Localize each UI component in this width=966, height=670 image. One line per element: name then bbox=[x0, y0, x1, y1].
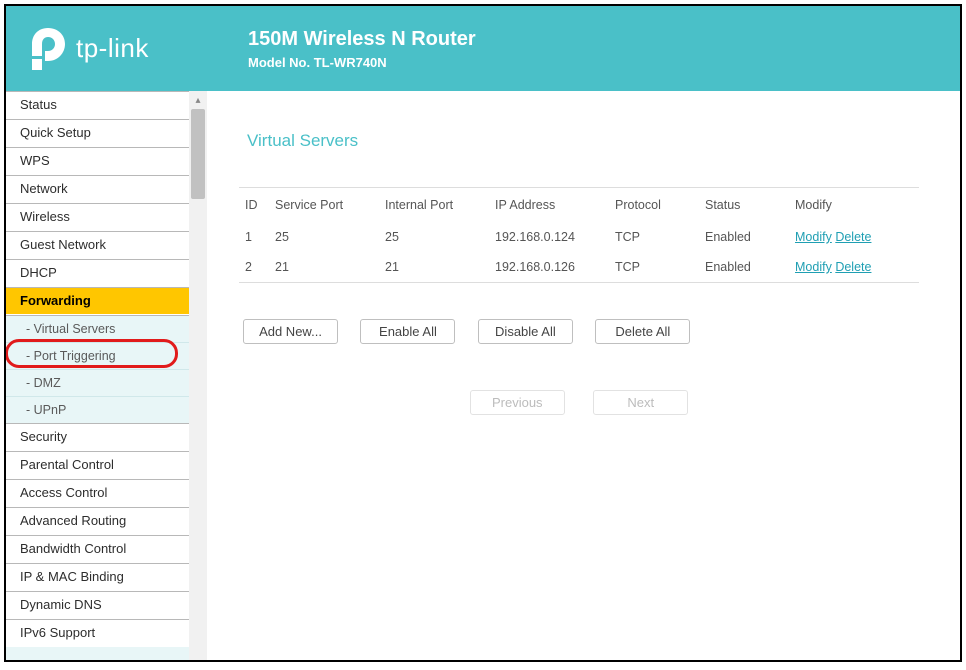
sidebar-item[interactable]: WPS bbox=[6, 147, 189, 175]
modify-cell: Modify Delete bbox=[789, 222, 919, 252]
table-cell: 25 bbox=[379, 222, 489, 252]
table-cell: Enabled bbox=[699, 222, 789, 252]
sidebar-item[interactable]: Bandwidth Control bbox=[6, 535, 189, 563]
sidebar-subitem[interactable]: - Port Triggering bbox=[6, 342, 189, 369]
next-button[interactable]: Next bbox=[593, 390, 688, 415]
sidebar-item[interactable]: Status bbox=[6, 91, 189, 119]
enable-all-button[interactable]: Enable All bbox=[360, 319, 455, 344]
brand-text: tp-link bbox=[76, 33, 149, 64]
col-ip: IP Address bbox=[489, 188, 609, 223]
table-row: 12525192.168.0.124TCPEnabledModify Delet… bbox=[239, 222, 919, 252]
table-cell: TCP bbox=[609, 222, 699, 252]
product-title: 150M Wireless N Router bbox=[248, 28, 476, 51]
sidebar-scrollbar[interactable]: ▴ bbox=[189, 91, 207, 660]
modify-link[interactable]: Modify bbox=[795, 230, 832, 244]
sidebar-item[interactable]: Dynamic DNS bbox=[6, 591, 189, 619]
col-status: Status bbox=[699, 188, 789, 223]
modify-cell: Modify Delete bbox=[789, 252, 919, 283]
sidebar-item[interactable]: Quick Setup bbox=[6, 119, 189, 147]
page-title: Virtual Servers bbox=[247, 131, 940, 151]
table-cell: TCP bbox=[609, 252, 699, 283]
header: tp-link 150M Wireless N Router Model No.… bbox=[6, 6, 960, 91]
sidebar-item[interactable]: Access Control bbox=[6, 479, 189, 507]
header-title-block: 150M Wireless N Router Model No. TL-WR74… bbox=[248, 28, 476, 70]
sidebar-item[interactable]: Security bbox=[6, 423, 189, 451]
add-new-button[interactable]: Add New... bbox=[243, 319, 338, 344]
main-content: Virtual Servers ID Service Port Internal… bbox=[207, 91, 960, 660]
sidebar-item[interactable]: Forwarding bbox=[6, 287, 189, 315]
sidebar-item[interactable]: IP & MAC Binding bbox=[6, 563, 189, 591]
sidebar-item[interactable]: Guest Network bbox=[6, 231, 189, 259]
table-cell: 192.168.0.126 bbox=[489, 252, 609, 283]
brand-logo: tp-link bbox=[28, 26, 208, 72]
previous-button[interactable]: Previous bbox=[470, 390, 565, 415]
sidebar-item[interactable]: Parental Control bbox=[6, 451, 189, 479]
model-number: Model No. TL-WR740N bbox=[248, 55, 476, 70]
sidebar-subitem[interactable]: - Virtual Servers bbox=[6, 315, 189, 342]
virtual-servers-table: ID Service Port Internal Port IP Address… bbox=[239, 187, 919, 283]
sidebar-item[interactable]: Wireless bbox=[6, 203, 189, 231]
pager-row: Previous Next bbox=[239, 390, 919, 415]
sidebar-subitem[interactable]: - UPnP bbox=[6, 396, 189, 423]
table-cell: 21 bbox=[379, 252, 489, 283]
sidebar-item[interactable]: DHCP bbox=[6, 259, 189, 287]
scroll-up-icon[interactable]: ▴ bbox=[189, 91, 207, 109]
col-internal-port: Internal Port bbox=[379, 188, 489, 223]
action-button-row: Add New... Enable All Disable All Delete… bbox=[243, 319, 940, 344]
scroll-thumb[interactable] bbox=[191, 109, 205, 199]
table-row: 22121192.168.0.126TCPEnabledModify Delet… bbox=[239, 252, 919, 283]
col-service-port: Service Port bbox=[269, 188, 379, 223]
disable-all-button[interactable]: Disable All bbox=[478, 319, 573, 344]
col-protocol: Protocol bbox=[609, 188, 699, 223]
tp-link-logo-icon bbox=[28, 26, 68, 72]
table-cell: 25 bbox=[269, 222, 379, 252]
table-cell: 2 bbox=[239, 252, 269, 283]
table-cell: 21 bbox=[269, 252, 379, 283]
table-cell: Enabled bbox=[699, 252, 789, 283]
delete-all-button[interactable]: Delete All bbox=[595, 319, 690, 344]
sidebar-item[interactable]: IPv6 Support bbox=[6, 619, 189, 647]
sidebar-subitem[interactable]: - DMZ bbox=[6, 369, 189, 396]
modify-link[interactable]: Modify bbox=[795, 260, 832, 274]
sidebar: StatusQuick SetupWPSNetworkWirelessGuest… bbox=[6, 91, 189, 660]
col-modify: Modify bbox=[789, 188, 919, 223]
delete-link[interactable]: Delete bbox=[835, 260, 871, 274]
delete-link[interactable]: Delete bbox=[835, 230, 871, 244]
sidebar-item[interactable]: Advanced Routing bbox=[6, 507, 189, 535]
col-id: ID bbox=[239, 188, 269, 223]
sidebar-item[interactable]: Network bbox=[6, 175, 189, 203]
table-cell: 1 bbox=[239, 222, 269, 252]
table-cell: 192.168.0.124 bbox=[489, 222, 609, 252]
